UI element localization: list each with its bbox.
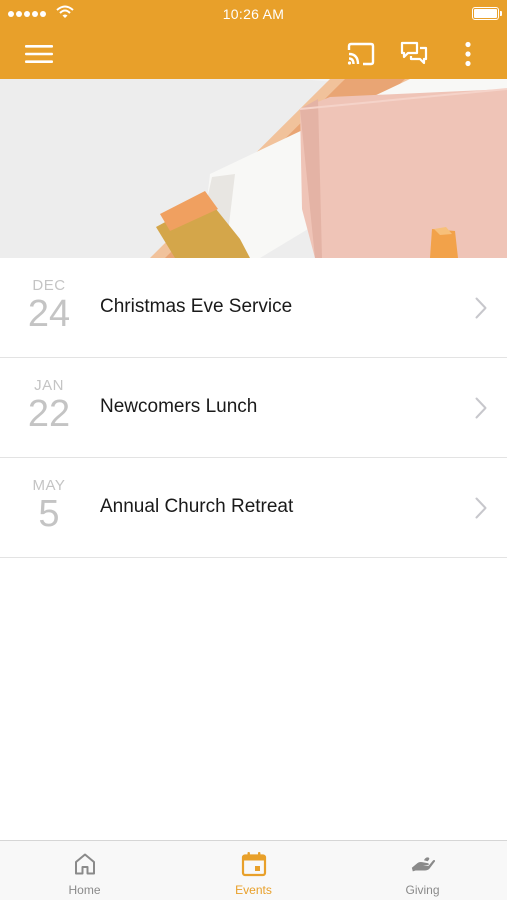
more-vertical-icon (465, 41, 471, 67)
event-month: DEC (32, 277, 66, 294)
hero-image (0, 79, 507, 258)
calendar-icon (241, 852, 266, 877)
event-month: JAN (34, 377, 64, 394)
event-date: MAY 5 (20, 477, 78, 535)
home-icon (74, 853, 95, 875)
tab-events[interactable]: Events (169, 841, 338, 900)
event-row[interactable]: DEC 24 Christmas Eve Service (0, 258, 507, 358)
menu-icon (25, 45, 53, 63)
chevron-right-icon (475, 497, 487, 519)
event-day: 5 (38, 493, 60, 535)
status-bar: 10:26 AM (0, 0, 507, 28)
tab-home[interactable]: Home (0, 841, 169, 900)
event-title: Christmas Eve Service (100, 296, 293, 317)
more-options-button[interactable] (451, 37, 485, 71)
event-date: JAN 22 (20, 377, 78, 435)
tab-giving-label: Giving (405, 883, 440, 897)
status-time: 10:26 AM (222, 6, 285, 22)
event-row[interactable]: MAY 5 Annual Church Retreat (0, 458, 507, 558)
event-row[interactable]: JAN 22 Newcomers Lunch (0, 358, 507, 458)
chevron-right-icon (475, 397, 487, 419)
cast-icon (347, 42, 375, 66)
app-bar (0, 28, 507, 79)
battery-icon (472, 7, 502, 20)
chat-icon (400, 41, 428, 65)
giving-hand-icon (411, 857, 435, 872)
tab-home-label: Home (68, 883, 101, 897)
event-title: Annual Church Retreat (100, 496, 294, 517)
tab-events-label: Events (235, 883, 272, 897)
cast-button[interactable] (344, 37, 378, 71)
chevron-right-icon (475, 297, 487, 319)
event-month: MAY (32, 477, 66, 494)
tab-giving[interactable]: Giving (338, 841, 507, 900)
menu-button[interactable] (22, 37, 56, 71)
event-date: DEC 24 (20, 277, 78, 335)
event-title: Newcomers Lunch (100, 396, 258, 417)
tab-bar: Home Events Giving (0, 840, 507, 900)
event-day: 22 (27, 393, 71, 435)
event-list: DEC 24 Christmas Eve Service JAN 22 Newc… (0, 258, 507, 558)
chat-button[interactable] (397, 37, 431, 71)
event-day: 24 (27, 293, 71, 335)
